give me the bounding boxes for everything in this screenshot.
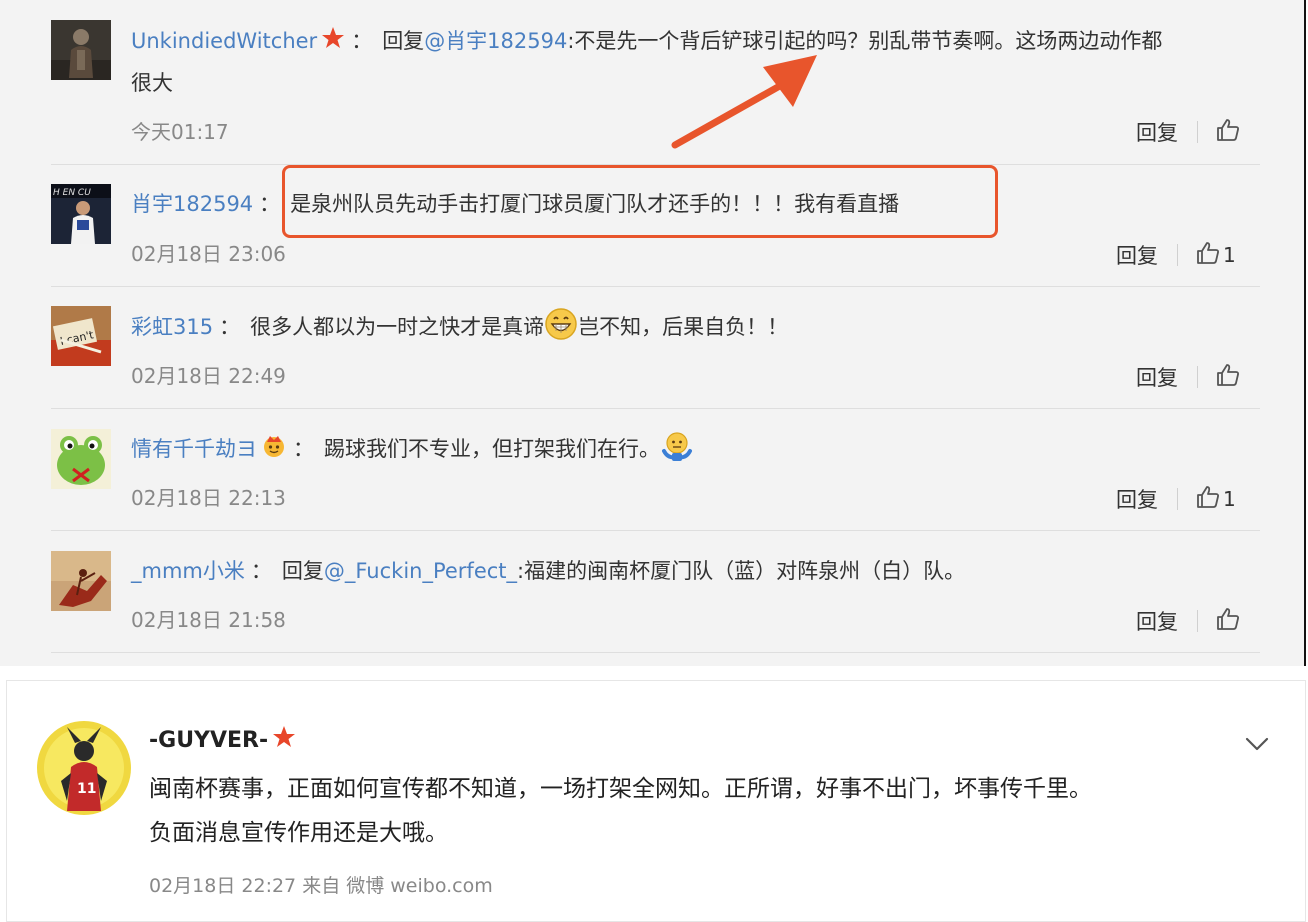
mention-link[interactable]: @肖宇182594 — [424, 29, 567, 53]
avatar[interactable] — [51, 429, 111, 489]
divider — [51, 286, 1260, 287]
reply-prefix: 回复 — [382, 29, 425, 53]
comment-text-continued: 很大 — [131, 71, 173, 95]
action-separator — [1197, 610, 1198, 632]
like-button[interactable] — [1215, 117, 1243, 144]
avatar[interactable]: H EN CU — [51, 184, 111, 244]
comment-actions: 回复 — [1130, 362, 1250, 392]
thumbs-up-icon — [1217, 119, 1239, 141]
post-username-text[interactable]: -GUYVER- — [149, 728, 268, 753]
comment-actions: 回复 1 — [1110, 240, 1250, 270]
action-separator — [1197, 366, 1198, 388]
post-body: 闽南杯赛事，正面如何宣传都不知道，一场打架全网知。正所谓，好事不出门，坏事传千里… — [149, 767, 1259, 855]
avatar[interactable] — [51, 20, 111, 80]
highlight-box — [282, 165, 998, 238]
thumbs-up-icon — [1217, 364, 1239, 386]
like-count: 1 — [1223, 487, 1236, 511]
action-separator — [1177, 244, 1178, 266]
like-count: 1 — [1223, 243, 1236, 267]
svg-text:11: 11 — [77, 781, 96, 797]
divider — [51, 530, 1260, 531]
action-separator — [1177, 488, 1178, 510]
divider — [51, 652, 1260, 653]
annotation-arrow-icon — [671, 55, 817, 149]
timestamp: 02月18日 22:49 — [131, 364, 286, 388]
comment-actions: 回复 1 — [1110, 484, 1250, 514]
username-link[interactable]: 彩虹315 — [131, 315, 213, 339]
reply-button[interactable]: 回复 — [1116, 240, 1158, 270]
star-badge-icon — [321, 22, 345, 64]
comment-text: 踢球我们不专业，但打架我们在行。 — [324, 437, 660, 461]
username-link[interactable]: _mmm小米 — [131, 559, 245, 583]
reply-prefix: 回复 — [281, 559, 324, 583]
divider — [51, 408, 1260, 409]
crown-badge-icon — [261, 430, 287, 472]
avatar[interactable]: 11 — [37, 721, 131, 815]
mention-link[interactable]: @_Fuckin_Perfect_ — [324, 559, 517, 583]
comment-text: 很多人都以为一时之快才是真谛 — [250, 315, 545, 339]
comment-text: :福建的闽南杯厦门队（蓝）对阵泉州（白）队。 — [517, 559, 966, 583]
colon: ： — [250, 559, 272, 583]
colon: ： — [259, 192, 281, 216]
post-text-line: 负面消息宣传作用还是大哦。 — [149, 820, 448, 846]
comment-actions: 回复 — [1130, 117, 1250, 147]
svg-text:H EN CU: H EN CU — [53, 188, 91, 198]
reply-button[interactable]: 回复 — [1136, 117, 1178, 147]
post-meta: 02月18日 22:27 来自 微博 weibo.com — [149, 875, 493, 897]
timestamp: 02月18日 23:06 — [131, 242, 286, 266]
thumbs-up-icon — [1197, 242, 1219, 264]
like-button[interactable]: 1 — [1195, 484, 1236, 511]
reply-button[interactable]: 回复 — [1116, 484, 1158, 514]
comment-panel: UnkindiedWitcher：回复@肖宇182594:不是先一个背后铲球引起… — [0, 0, 1306, 666]
colon: ： — [293, 437, 314, 461]
comment-line: _mmm小米： 回复@_Fuckin_Perfect_:福建的闽南杯厦门队（蓝）对… — [131, 550, 1244, 592]
chevron-down-icon[interactable] — [1243, 733, 1271, 755]
shrug-emoji-icon — [660, 429, 694, 477]
timestamp: 今天01:17 — [131, 120, 229, 144]
like-button[interactable]: 1 — [1195, 240, 1236, 267]
username-link[interactable]: 肖宇182594 — [131, 192, 253, 216]
comment-text: :不是先一个背后铲球引起的吗？别乱带节奏啊。这场两边动作都 — [567, 29, 1163, 53]
like-button[interactable] — [1215, 606, 1243, 633]
post-text-line: 闽南杯赛事，正面如何宣传都不知道，一场打架全网知。正所谓，好事不出门，坏事传千里… — [149, 776, 1092, 802]
thumbs-up-icon — [1217, 608, 1239, 630]
comment-text-after-emoji: 岂不知，后果自负！！ — [578, 315, 789, 339]
timestamp: 02月18日 22:13 — [131, 486, 286, 510]
reply-button[interactable]: 回复 — [1136, 362, 1178, 392]
action-separator — [1197, 121, 1198, 143]
post-username[interactable]: -GUYVER- — [149, 725, 296, 755]
grin-emoji-icon — [544, 307, 578, 355]
star-badge-icon — [272, 725, 296, 755]
thumbs-up-icon — [1197, 486, 1219, 508]
like-button[interactable] — [1215, 362, 1243, 389]
comment-actions: 回复 — [1130, 606, 1250, 636]
comment-line: 情有千千劫ヨ ： 踢球我们不专业，但打架我们在行。 — [131, 428, 1244, 477]
timestamp: 02月18日 21:58 — [131, 608, 286, 632]
post-card: 11 -GUYVER- 闽南杯赛事，正面如何宣传都不知道，一场打架全网知。正所谓… — [6, 680, 1306, 922]
avatar[interactable]: I can't — [51, 306, 111, 366]
username-link[interactable]: UnkindiedWitcher — [131, 29, 317, 53]
username-link[interactable]: 情有千千劫ヨ — [131, 437, 257, 461]
avatar[interactable] — [51, 551, 111, 611]
colon: ： — [351, 29, 373, 53]
reply-button[interactable]: 回复 — [1136, 606, 1178, 636]
colon: ： — [219, 315, 241, 339]
comment-line: 彩虹315： 很多人都以为一时之快才是真谛 岂不知，后果自负！！ — [131, 306, 1244, 355]
